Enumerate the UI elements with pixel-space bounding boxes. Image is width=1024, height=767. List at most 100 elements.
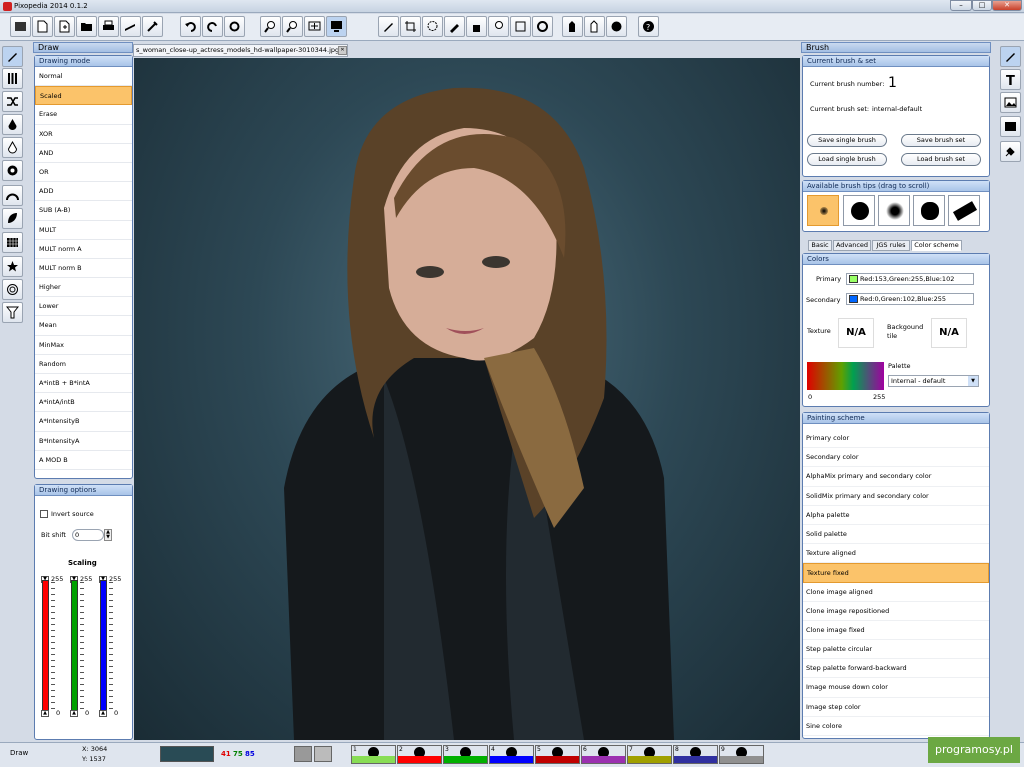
painting-scheme-item[interactable]: Clone image fixed xyxy=(803,621,989,641)
painting-scheme-item[interactable]: Step palette forward-backward xyxy=(803,659,989,679)
flower-tool-button[interactable] xyxy=(2,160,23,181)
blue-scaling-slider[interactable] xyxy=(100,580,107,711)
pen-settings-button[interactable] xyxy=(120,16,141,37)
drawing-mode-item[interactable]: Mean xyxy=(35,316,132,336)
painting-scheme-item[interactable]: Solid palette xyxy=(803,525,989,545)
brush-tip-soft[interactable] xyxy=(807,195,839,226)
fit-view-button[interactable] xyxy=(304,16,325,37)
brush-panel-button[interactable] xyxy=(1000,46,1021,67)
drawing-mode-item[interactable]: OR xyxy=(35,163,132,183)
painting-scheme-item[interactable]: Clone image aligned xyxy=(803,583,989,602)
background-tile-preview[interactable]: N/A xyxy=(931,318,967,348)
resize-tool-button[interactable] xyxy=(510,16,531,37)
help-button[interactable]: ? xyxy=(638,16,659,37)
drawing-mode-item[interactable]: A*IntensityB xyxy=(35,412,132,432)
zoom-in-button[interactable] xyxy=(260,16,281,37)
painting-scheme-item[interactable]: SolidMix primary and secondary color xyxy=(803,487,989,506)
adjust-tool-button[interactable] xyxy=(2,68,23,89)
crop-tool-button[interactable] xyxy=(400,16,421,37)
drawing-mode-item[interactable]: MULT xyxy=(35,221,132,240)
painting-scheme-item[interactable]: Secondary color xyxy=(803,448,989,468)
brush-tip-stroke[interactable] xyxy=(948,195,980,226)
settings-tool-button[interactable] xyxy=(10,16,31,37)
print-button[interactable] xyxy=(98,16,119,37)
drawing-mode-item[interactable]: MULT norm B xyxy=(35,259,132,279)
secondary-preview-box[interactable] xyxy=(314,746,332,762)
brush-tip-splatter[interactable] xyxy=(878,195,910,226)
leaf-tool-button[interactable] xyxy=(2,208,23,229)
shuffle-tool-button[interactable] xyxy=(2,91,23,112)
tab-basic[interactable]: Basic xyxy=(808,240,832,251)
painting-scheme-item[interactable]: Texture aligned xyxy=(803,544,989,564)
painting-scheme-item[interactable]: Primary color xyxy=(803,429,989,449)
drawing-mode-item[interactable]: B*IntensityA xyxy=(35,432,132,451)
blue-min-arrow[interactable]: ▲ xyxy=(99,710,107,717)
filter-tool-button[interactable] xyxy=(2,302,23,323)
draw-dock-header[interactable]: Draw xyxy=(33,42,133,53)
bit-shift-input[interactable]: 0 xyxy=(72,529,104,541)
drop-tool-button[interactable] xyxy=(2,137,23,158)
tab-jgs-rules[interactable]: JGS rules xyxy=(872,240,910,251)
new-file-button[interactable] xyxy=(32,16,53,37)
drawing-mode-item[interactable]: ADD xyxy=(35,182,132,202)
brush-swatch-8[interactable]: 8 xyxy=(673,745,718,764)
maximize-button[interactable]: □ xyxy=(972,0,992,11)
brush-tool-button[interactable] xyxy=(2,46,23,67)
brush-swatch-5[interactable]: 5 xyxy=(535,745,580,764)
painting-scheme-item[interactable]: Image step color xyxy=(803,698,989,717)
load-single-brush-button[interactable]: Load single brush xyxy=(807,153,887,166)
invert-source-checkbox[interactable] xyxy=(40,510,48,518)
green-min-arrow[interactable]: ▲ xyxy=(70,710,78,717)
painting-scheme-item[interactable]: Texture fixed xyxy=(803,563,989,583)
open-button[interactable] xyxy=(76,16,97,37)
painting-scheme-item[interactable]: Alpha palette xyxy=(803,506,989,525)
minimize-button[interactable]: – xyxy=(950,0,972,11)
image-panel-button[interactable] xyxy=(1000,92,1021,113)
drawing-mode-item[interactable]: XOR xyxy=(35,125,132,144)
brush-swatch-3[interactable]: 3 xyxy=(443,745,488,764)
brush-swatch-2[interactable]: 2 xyxy=(397,745,442,764)
redo-button[interactable] xyxy=(202,16,223,37)
curve-tool-button[interactable] xyxy=(2,185,23,206)
painting-scheme-item[interactable]: Sine colore xyxy=(803,717,989,736)
drawing-mode-item[interactable]: Random xyxy=(35,355,132,374)
brush-swatch-9[interactable]: 9 xyxy=(719,745,764,764)
tab-advanced[interactable]: Advanced xyxy=(833,240,871,251)
brush-swatch-1[interactable]: 1 xyxy=(351,745,396,764)
primary-color-field[interactable]: Red:153,Green:255,Blue:102 xyxy=(846,273,974,285)
refresh-button[interactable] xyxy=(224,16,245,37)
text-tool-button[interactable]: T xyxy=(1000,69,1021,90)
painting-scheme-item[interactable]: AlphaMix primary and secondary color xyxy=(803,467,989,487)
zoom-out-button[interactable] xyxy=(282,16,303,37)
document-tab[interactable]: s_woman_close-up_actress_models_hd-wallp… xyxy=(133,44,348,57)
filter-button-1[interactable] xyxy=(562,16,583,37)
image-canvas[interactable] xyxy=(134,58,800,740)
drawing-mode-item[interactable]: Erase xyxy=(35,105,132,125)
close-button[interactable]: ✕ xyxy=(992,0,1022,11)
filter-button-3[interactable] xyxy=(606,16,627,37)
picture-panel-button[interactable] xyxy=(1000,116,1021,137)
save-single-brush-button[interactable]: Save single brush xyxy=(807,134,887,147)
lasso-tool-button[interactable] xyxy=(422,16,443,37)
red-min-arrow[interactable]: ▲ xyxy=(41,710,49,717)
zoom-tool-button[interactable] xyxy=(488,16,509,37)
grid-tool-button[interactable] xyxy=(2,232,23,253)
brush-tip-ink[interactable] xyxy=(913,195,945,226)
drawing-mode-item[interactable]: Scaled xyxy=(35,86,132,106)
painting-scheme-item[interactable]: Clone image repositioned xyxy=(803,602,989,621)
green-scaling-slider[interactable] xyxy=(71,580,78,711)
drawing-mode-item[interactable]: Normal xyxy=(35,67,132,87)
secondary-color-field[interactable]: Red:0,Green:102,Blue:255 xyxy=(846,293,974,305)
pencil-tool-button[interactable] xyxy=(378,16,399,37)
brush-swatch-4[interactable]: 4 xyxy=(489,745,534,764)
brush-swatch-6[interactable]: 6 xyxy=(581,745,626,764)
tab-color-scheme[interactable]: Color scheme xyxy=(911,240,962,251)
drawing-mode-item[interactable]: Higher xyxy=(35,278,132,298)
texture-preview[interactable]: N/A xyxy=(838,318,874,348)
painting-scheme-item[interactable]: Image mouse down color xyxy=(803,678,989,698)
drawing-mode-item[interactable]: SUB (A-B) xyxy=(35,201,132,221)
brush-tip-round[interactable] xyxy=(843,195,875,226)
tools-button[interactable] xyxy=(142,16,163,37)
palette-select[interactable]: Internal - default ▼ xyxy=(888,375,979,387)
red-scaling-slider[interactable] xyxy=(42,580,49,711)
